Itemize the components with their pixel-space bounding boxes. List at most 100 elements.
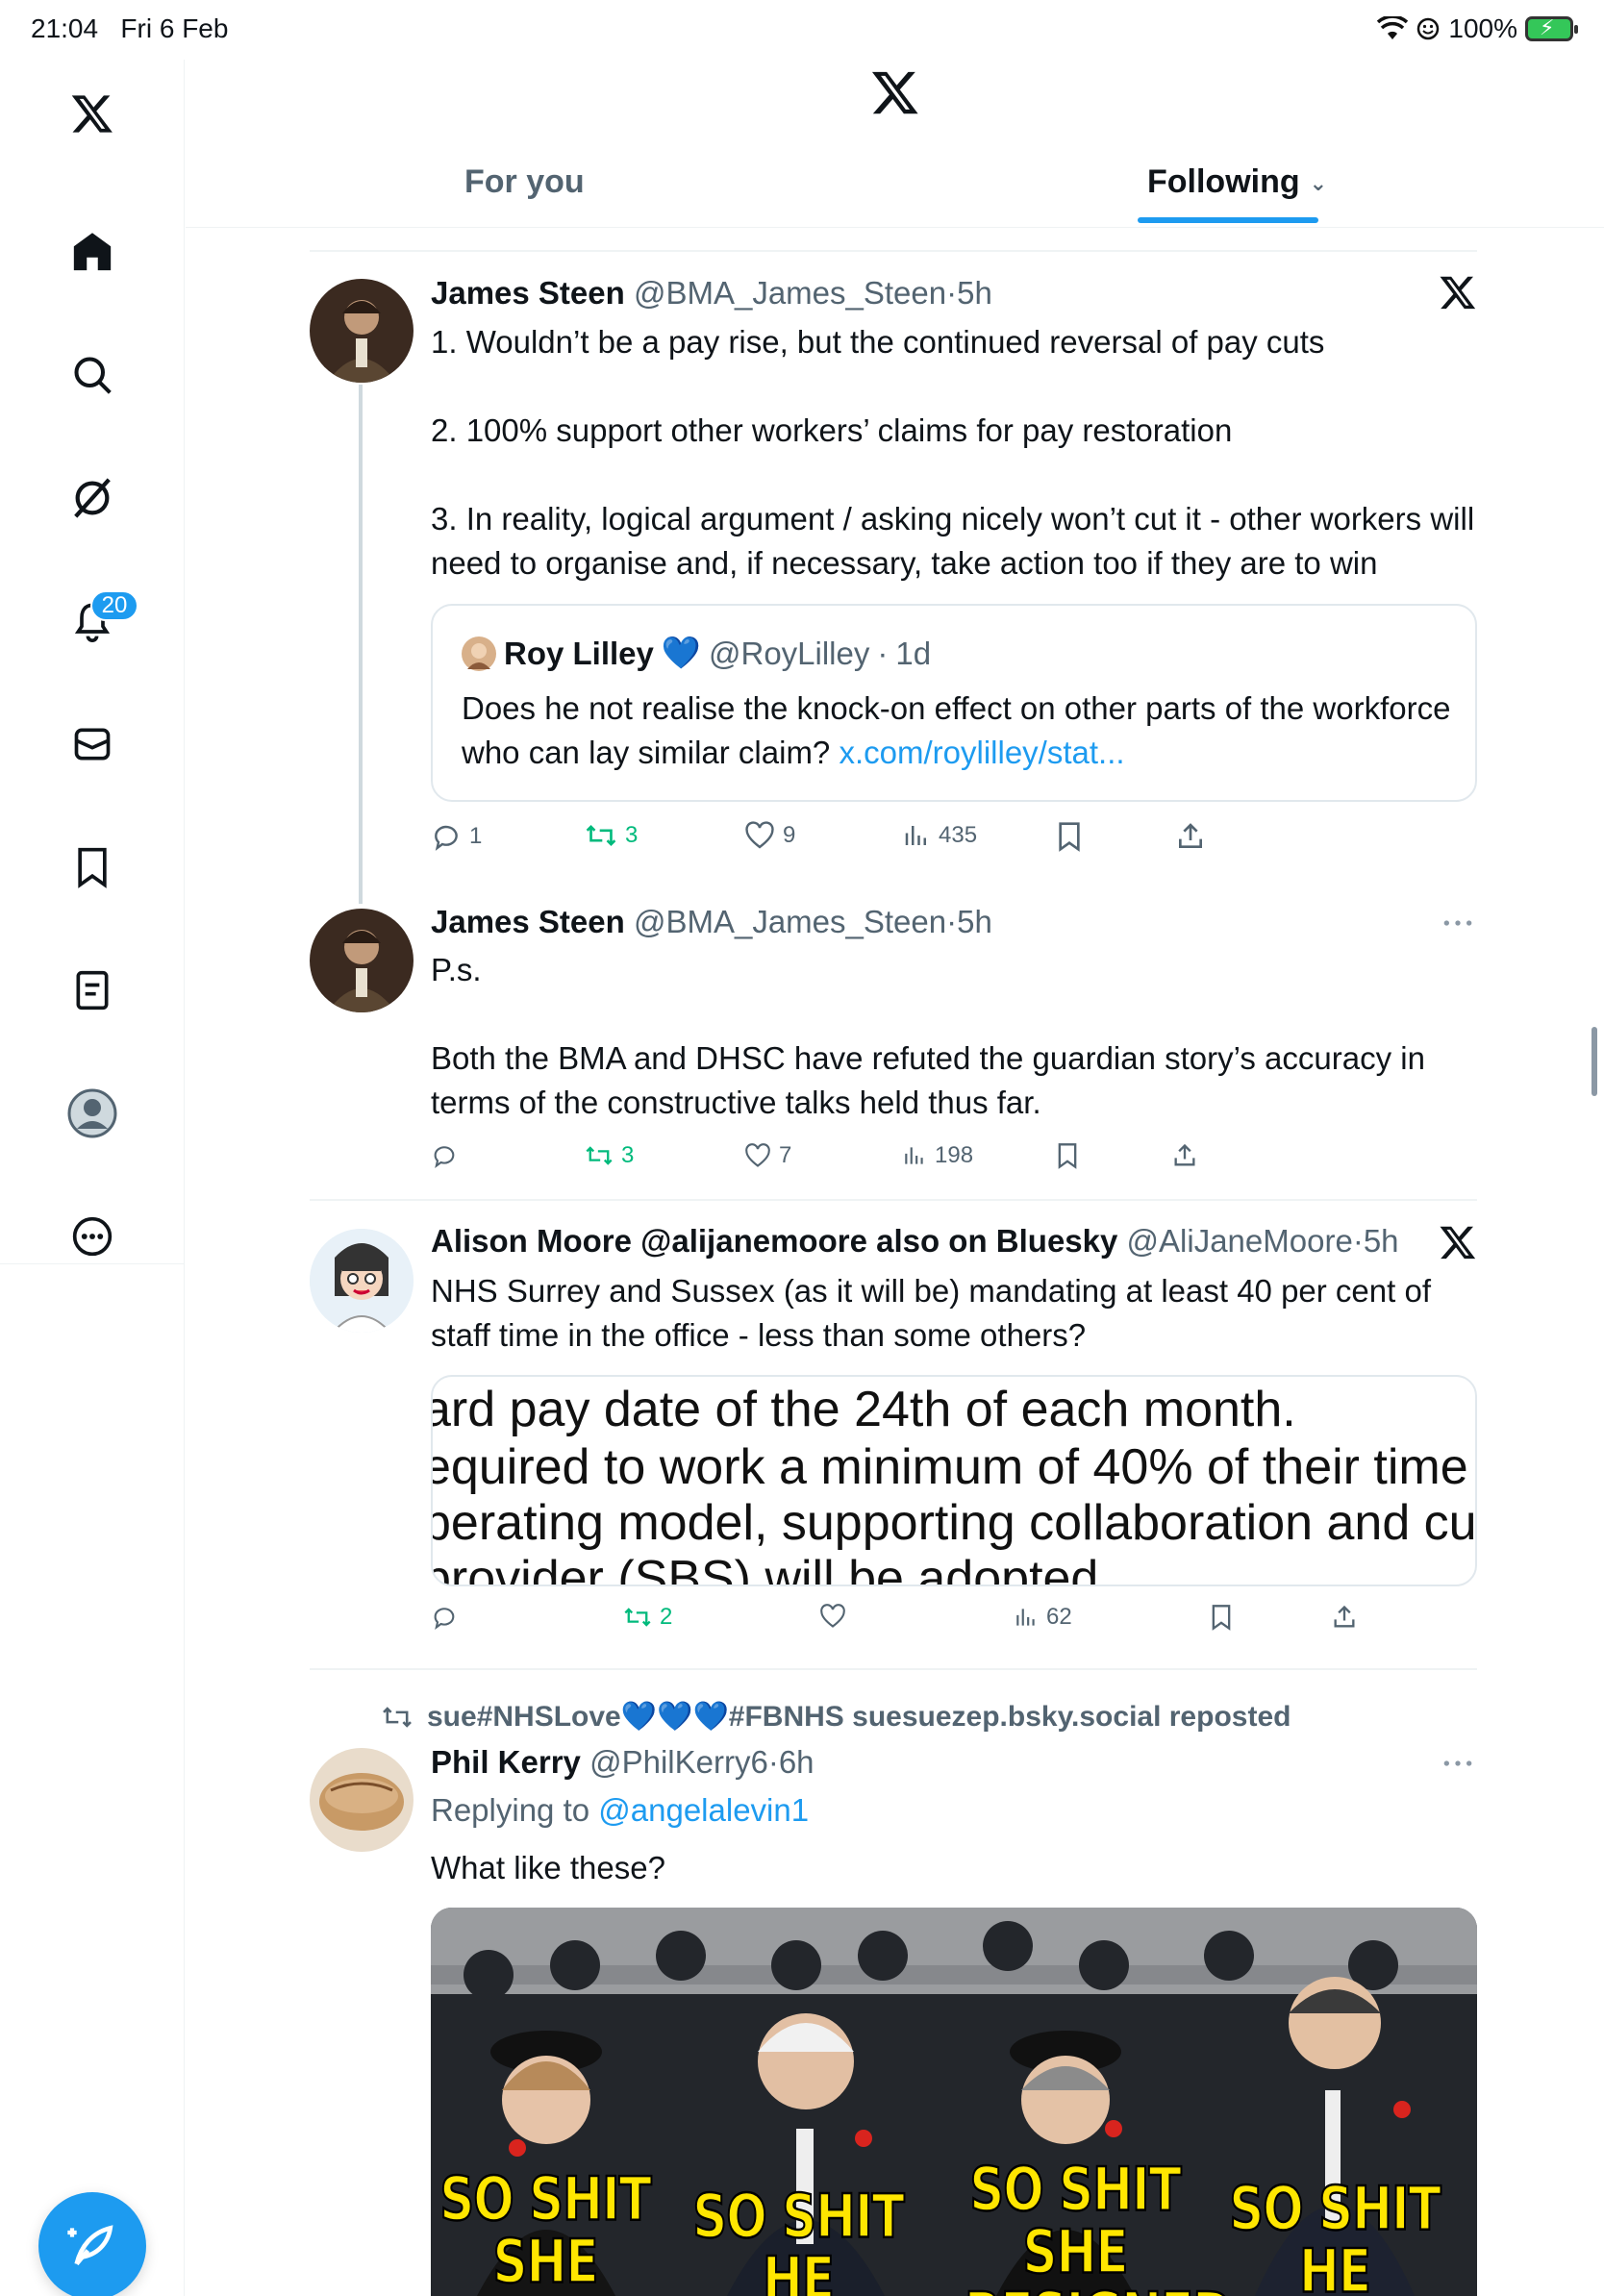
tweet-media-photo[interactable]: SO SHIT SHE RESIGNED SO SHIT HE RESIGNED… bbox=[431, 1908, 1477, 2296]
status-date: Fri 6 Feb bbox=[120, 13, 229, 43]
x-grok-icon[interactable] bbox=[1439, 273, 1477, 316]
sidebar: 20 bbox=[0, 60, 185, 2296]
reply-button[interactable]: 1 bbox=[431, 821, 482, 852]
scrollbar[interactable] bbox=[1591, 1027, 1597, 1096]
quote-avatar bbox=[462, 636, 496, 671]
quote-time: 1d bbox=[895, 635, 932, 671]
x-logo-icon[interactable] bbox=[60, 81, 125, 146]
heart-icon bbox=[820, 1604, 845, 1628]
tweet-time[interactable]: 5h bbox=[1364, 1223, 1399, 1259]
search-icon[interactable] bbox=[60, 342, 125, 408]
author-name[interactable]: Phil Kerry bbox=[431, 1744, 581, 1780]
author-name[interactable]: James Steen bbox=[431, 904, 625, 939]
photo-caption: SO SHIT SHE RESIGNED bbox=[964, 2154, 1234, 2296]
views-button[interactable]: 198 bbox=[902, 1142, 973, 1169]
share-button[interactable] bbox=[1171, 1142, 1198, 1169]
messages-icon[interactable] bbox=[60, 711, 125, 777]
lists-icon[interactable] bbox=[60, 958, 125, 1023]
like-count: 7 bbox=[779, 1142, 792, 1168]
face-icon bbox=[1417, 17, 1440, 40]
repost-indicator: sue#NHSLove💙💙💙#FBNHS suesuezep.bsky.soci… bbox=[381, 1700, 1291, 1734]
avatar[interactable] bbox=[310, 1748, 414, 1852]
tweet-time[interactable]: 6h bbox=[779, 1744, 815, 1780]
views-count: 198 bbox=[935, 1142, 974, 1168]
tweet-media-document[interactable]: ard pay date of the 24th of each month. … bbox=[431, 1375, 1477, 1586]
heart-icon bbox=[745, 821, 774, 849]
tab-for-you[interactable]: For you bbox=[464, 163, 585, 201]
tweet-text: 1. Wouldn’t be a pay rise, but the conti… bbox=[431, 324, 1475, 581]
more-options-icon[interactable] bbox=[1439, 904, 1477, 947]
author-handle[interactable]: @PhilKerry6 bbox=[589, 1744, 768, 1780]
quote-author-name: Roy Lilley bbox=[504, 635, 654, 671]
home-icon[interactable] bbox=[60, 219, 125, 285]
share-button[interactable] bbox=[1331, 1604, 1358, 1631]
photo-caption: SO SHIT HE RESIGNED bbox=[1228, 2173, 1442, 2296]
reply-count: 1 bbox=[469, 823, 483, 849]
reply-button[interactable] bbox=[431, 1604, 458, 1631]
compose-feather-icon bbox=[67, 2225, 113, 2266]
share-button[interactable] bbox=[1175, 821, 1206, 852]
retweet-icon bbox=[586, 824, 616, 847]
like-button[interactable] bbox=[819, 1604, 846, 1629]
profile-icon[interactable] bbox=[60, 1081, 125, 1146]
more-icon[interactable] bbox=[60, 1204, 125, 1269]
x-grok-icon[interactable] bbox=[1439, 1223, 1477, 1266]
quote-tweet[interactable]: Roy Lilley 💙 @RoyLilley · 1d Does he not r… bbox=[431, 604, 1477, 802]
feed-separator bbox=[310, 1668, 1477, 1670]
status-bar: 21:04 Fri 6 Feb 100% ⚡ bbox=[0, 0, 1604, 60]
like-button[interactable]: 9 bbox=[744, 821, 795, 850]
quote-link[interactable]: x.com/roylilley/stat... bbox=[839, 735, 1124, 770]
views-button[interactable]: 62 bbox=[1014, 1604, 1072, 1631]
tab-following-label: Following bbox=[1147, 163, 1300, 200]
retweet-count: 2 bbox=[660, 1604, 673, 1630]
media-text-line: equired to work a minimum of 40% of thei… bbox=[431, 1439, 1477, 1495]
repost-label[interactable]: sue#NHSLove💙💙💙#FBNHS suesuezep.bsky.soci… bbox=[427, 1700, 1291, 1734]
avatar[interactable] bbox=[310, 279, 414, 383]
replying-to: Replying to @angelalevin1 bbox=[431, 1792, 809, 1829]
wifi-icon bbox=[1377, 16, 1409, 39]
repost-icon bbox=[383, 1706, 412, 1728]
share-icon bbox=[1179, 823, 1202, 848]
retweet-button[interactable]: 3 bbox=[585, 1142, 634, 1169]
tweet-actions: 3 7 198 bbox=[431, 1142, 1479, 1181]
photo-caption: SO SHIT HE RESIGNED bbox=[691, 2181, 906, 2296]
author-handle[interactable]: @AliJaneMoore bbox=[1127, 1223, 1353, 1259]
notifications-icon[interactable]: 20 bbox=[60, 588, 138, 654]
retweet-button[interactable]: 3 bbox=[585, 821, 638, 850]
views-button[interactable]: 435 bbox=[902, 821, 977, 850]
battery-icon: ⚡ bbox=[1525, 15, 1578, 41]
bookmarks-icon[interactable] bbox=[60, 835, 125, 900]
bookmark-button[interactable] bbox=[1056, 821, 1083, 852]
media-text-line: perating model, supporting collaboration… bbox=[431, 1495, 1477, 1551]
replying-to-link[interactable]: @angelalevin1 bbox=[598, 1792, 809, 1828]
bookmark-button[interactable] bbox=[1056, 1142, 1079, 1169]
retweet-count: 3 bbox=[621, 1142, 635, 1168]
replying-to-label: Replying to bbox=[431, 1792, 599, 1828]
compose-button[interactable] bbox=[38, 2192, 146, 2296]
tab-following[interactable]: Following ⌄ bbox=[1147, 163, 1327, 201]
status-right: 100% ⚡ bbox=[1377, 13, 1578, 44]
like-button[interactable]: 7 bbox=[744, 1142, 791, 1169]
bookmark-button[interactable] bbox=[1210, 1604, 1233, 1631]
avatar[interactable] bbox=[310, 1229, 414, 1333]
media-text-line: provider (SBS) will be adopted. bbox=[431, 1551, 1113, 1586]
more-options-icon[interactable] bbox=[1439, 1744, 1477, 1787]
thread-line bbox=[359, 385, 363, 904]
reply-icon bbox=[434, 1608, 455, 1631]
reply-button[interactable] bbox=[431, 1142, 458, 1169]
feed-separator bbox=[310, 250, 1477, 252]
heart-icon bbox=[745, 1143, 770, 1167]
tweet-time[interactable]: 5h bbox=[957, 275, 992, 311]
top-header: For you Following ⌄ bbox=[186, 60, 1604, 228]
tweet-text: P.s. Both the BMA and DHSC have refuted … bbox=[431, 952, 1425, 1120]
author-name[interactable]: James Steen bbox=[431, 275, 625, 311]
author-handle[interactable]: @BMA_James_Steen bbox=[634, 275, 946, 311]
avatar[interactable] bbox=[310, 909, 414, 1012]
tweet-time[interactable]: 5h bbox=[957, 904, 992, 939]
author-name[interactable]: Alison Moore @alijanemoore also on Blues… bbox=[431, 1223, 1117, 1259]
tweet-text: What like these? bbox=[431, 1850, 665, 1885]
retweet-button[interactable]: 2 bbox=[623, 1604, 672, 1631]
grok-icon[interactable] bbox=[60, 465, 125, 531]
tweet-header: Phil Kerry @PhilKerry6·6h bbox=[431, 1744, 815, 1780]
author-handle[interactable]: @BMA_James_Steen bbox=[634, 904, 946, 939]
